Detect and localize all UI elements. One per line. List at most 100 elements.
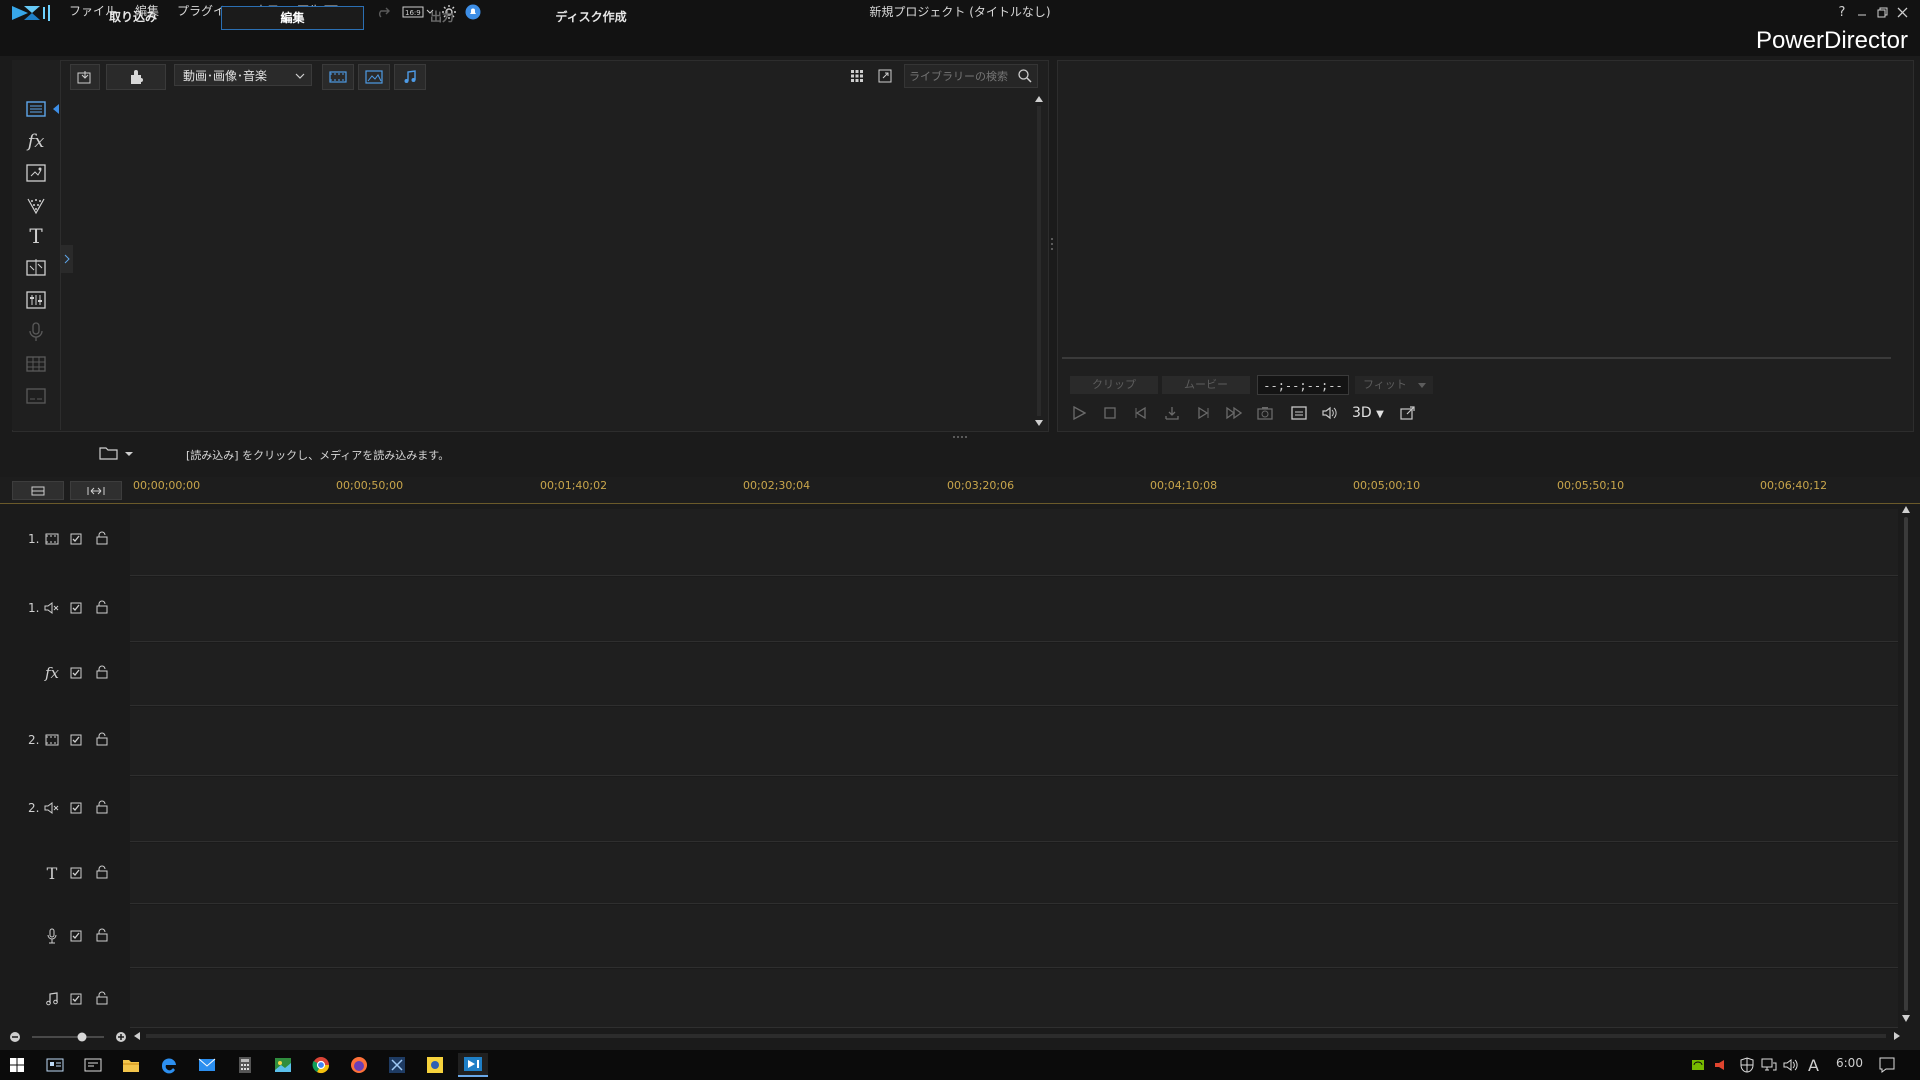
- windows-start-icon[interactable]: [2, 1053, 32, 1077]
- fx-room-icon[interactable]: fx: [21, 128, 51, 154]
- track-enable-checkbox[interactable]: [68, 600, 84, 616]
- tab-capture[interactable]: 取り込み: [90, 6, 176, 28]
- media-filter-dropdown[interactable]: 動画･画像･音楽: [174, 64, 312, 86]
- timecode-display[interactable]: --;--;--;--: [1257, 375, 1349, 395]
- network-tray-icon[interactable]: [1760, 1056, 1778, 1074]
- help-icon[interactable]: ?: [1832, 2, 1852, 22]
- tab-produce[interactable]: 出力: [400, 6, 484, 28]
- track-lock-icon[interactable]: [94, 799, 110, 815]
- track-lane-video-1[interactable]: [130, 509, 1898, 576]
- expand-view-icon[interactable]: [876, 67, 894, 85]
- grid-view-icon[interactable]: [848, 67, 866, 85]
- edge-browser-icon[interactable]: [154, 1053, 184, 1077]
- library-search-input[interactable]: [905, 65, 1013, 87]
- undock-preview-icon[interactable]: [1395, 402, 1421, 424]
- split-icon[interactable]: [1159, 402, 1185, 424]
- track-lock-icon[interactable]: [94, 731, 110, 747]
- plugins-button[interactable]: [106, 64, 166, 90]
- track-lane-fx[interactable]: [130, 643, 1898, 706]
- track-enable-checkbox[interactable]: [68, 865, 84, 881]
- action-center-icon[interactable]: [1876, 1056, 1898, 1074]
- movie-mode-button[interactable]: ムービー: [1162, 376, 1250, 394]
- track-enable-checkbox[interactable]: [68, 928, 84, 944]
- subtitle-display-icon[interactable]: [1286, 402, 1312, 424]
- stop-icon[interactable]: [1097, 402, 1123, 424]
- photos-app-icon[interactable]: [268, 1053, 298, 1077]
- firefox-browser-icon[interactable]: [344, 1053, 374, 1077]
- particle-room-icon[interactable]: [21, 192, 51, 218]
- file-explorer-icon[interactable]: [116, 1053, 146, 1077]
- search-icon[interactable]: [1017, 68, 1033, 84]
- restore-icon[interactable]: [1872, 2, 1892, 22]
- mail-icon[interactable]: [192, 1053, 222, 1077]
- storyboard-view-toggle[interactable]: [12, 481, 64, 500]
- track-lock-icon[interactable]: [94, 864, 110, 880]
- track-enable-checkbox[interactable]: [68, 665, 84, 681]
- tab-create-disc[interactable]: ディスク作成: [546, 6, 636, 28]
- clip-mode-button[interactable]: クリップ: [1070, 376, 1158, 394]
- track-enable-checkbox[interactable]: [68, 531, 84, 547]
- paint-app-icon[interactable]: [420, 1053, 450, 1077]
- subtitle-room-icon[interactable]: [21, 383, 51, 409]
- ime-mode-indicator[interactable]: A: [1808, 1056, 1819, 1075]
- task-view-icon[interactable]: [40, 1053, 70, 1077]
- zoom-fit-dropdown[interactable]: フィット: [1355, 376, 1433, 394]
- show-audio-filter-button[interactable]: [394, 64, 426, 90]
- track-enable-checkbox[interactable]: [68, 800, 84, 816]
- nvidia-tray-icon[interactable]: [1690, 1056, 1706, 1074]
- volume-icon[interactable]: [1317, 402, 1343, 424]
- title-room-icon[interactable]: T: [21, 223, 51, 249]
- clock[interactable]: 6:00: [1836, 1056, 1863, 1074]
- close-icon[interactable]: [1892, 2, 1912, 22]
- next-frame-icon[interactable]: [1190, 402, 1216, 424]
- track-lock-icon[interactable]: [94, 530, 110, 546]
- desktop-app-icon[interactable]: [78, 1053, 108, 1077]
- fast-forward-icon[interactable]: [1221, 402, 1247, 424]
- previous-frame-icon[interactable]: [1128, 402, 1154, 424]
- audio-mixing-room-icon[interactable]: [21, 287, 51, 313]
- library-scrollbar[interactable]: [1034, 94, 1044, 428]
- calculator-icon[interactable]: [230, 1053, 260, 1077]
- track-lock-icon[interactable]: [94, 599, 110, 615]
- timeline-horizontal-scrollbar[interactable]: [132, 1030, 1902, 1042]
- folder-menu-button[interactable]: [98, 444, 136, 462]
- snapshot-camera-icon[interactable]: [1252, 402, 1278, 424]
- track-lock-icon[interactable]: [94, 664, 110, 680]
- timeline-view-toggle[interactable]: [70, 481, 122, 500]
- track-enable-checkbox[interactable]: [68, 732, 84, 748]
- media-library-panel: [12, 60, 1049, 432]
- track-enable-checkbox[interactable]: [68, 991, 84, 1007]
- sniping-tool-icon[interactable]: [382, 1053, 412, 1077]
- import-media-button[interactable]: [70, 64, 100, 90]
- track-lock-icon[interactable]: [94, 927, 110, 943]
- chrome-browser-icon[interactable]: [306, 1053, 336, 1077]
- resize-handle[interactable]: [952, 435, 968, 439]
- track-lane-video-2[interactable]: [130, 707, 1898, 776]
- volume-tray-icon[interactable]: [1782, 1056, 1800, 1074]
- media-room-icon[interactable]: [21, 96, 51, 122]
- voice-over-room-icon[interactable]: [21, 319, 51, 345]
- powerdirector-taskbar-icon[interactable]: [458, 1053, 488, 1077]
- track-lane-title[interactable]: [130, 843, 1898, 904]
- show-image-filter-button[interactable]: [358, 64, 390, 90]
- chapter-room-icon[interactable]: [21, 351, 51, 377]
- minimize-icon[interactable]: [1852, 2, 1872, 22]
- pip-room-icon[interactable]: [21, 160, 51, 186]
- timeline-vertical-scrollbar[interactable]: [1901, 505, 1911, 1023]
- play-icon[interactable]: [1066, 402, 1092, 424]
- track-lane-audio-2[interactable]: [130, 777, 1898, 842]
- transition-room-icon[interactable]: [21, 254, 51, 280]
- security-shield-tray-icon[interactable]: [1738, 1056, 1756, 1074]
- tab-edit[interactable]: 編集: [221, 6, 364, 30]
- timeline-zoom-slider[interactable]: [0, 1030, 130, 1044]
- redo-icon[interactable]: [374, 3, 392, 21]
- show-video-filter-button[interactable]: [322, 64, 354, 90]
- track-lane-voice[interactable]: [130, 905, 1898, 968]
- expand-library-icon[interactable]: [61, 245, 73, 273]
- track-lane-music[interactable]: [130, 969, 1898, 1028]
- track-lane-audio-1[interactable]: [130, 577, 1898, 642]
- track-lock-icon[interactable]: [94, 990, 110, 1006]
- three-d-mode-button[interactable]: 3D ▼: [1352, 402, 1384, 424]
- panel-splitter[interactable]: [1050, 236, 1054, 256]
- speaker-tray-icon[interactable]: [1712, 1056, 1728, 1074]
